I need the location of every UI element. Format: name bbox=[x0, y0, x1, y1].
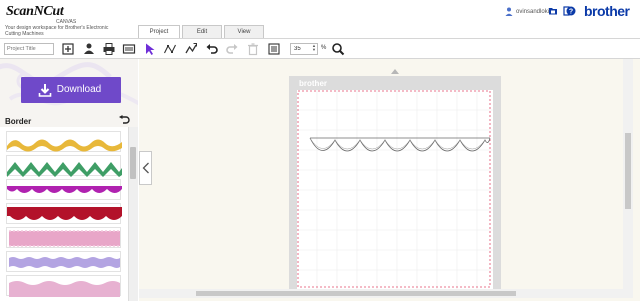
pattern-item[interactable] bbox=[6, 155, 122, 177]
tab-project[interactable]: Project bbox=[138, 25, 180, 38]
pattern-item[interactable] bbox=[6, 203, 122, 224]
pattern-item[interactable] bbox=[6, 227, 121, 248]
download-icon bbox=[38, 84, 52, 97]
delete-icon[interactable] bbox=[246, 42, 260, 56]
collapse-panel-button[interactable] bbox=[139, 151, 152, 185]
chevron-left-icon bbox=[142, 162, 149, 174]
zoom-unit: % bbox=[321, 45, 327, 51]
app-tagline: Your design workspace for Brother's Elec… bbox=[5, 25, 109, 37]
project-title-input[interactable] bbox=[4, 43, 54, 55]
lavender-wave-border bbox=[9, 257, 120, 268]
logo-text: ScanNCut bbox=[6, 4, 64, 19]
pattern-item[interactable] bbox=[6, 131, 122, 152]
toolbar: ▲▼ % bbox=[0, 38, 640, 59]
cutting-mat: brother bbox=[289, 76, 501, 289]
main-tabs: Project Edit View bbox=[138, 25, 266, 38]
download-label: Download bbox=[56, 84, 102, 95]
pink-stitched-border bbox=[9, 230, 120, 247]
help-icon[interactable]: ? bbox=[566, 6, 576, 16]
pattern-list bbox=[0, 127, 128, 301]
green-zigzag-border bbox=[7, 162, 122, 177]
layers-icon[interactable] bbox=[267, 42, 281, 56]
user-icon bbox=[505, 7, 513, 16]
brand-logo[interactable]: brother bbox=[584, 3, 630, 19]
sidebar-scroll-thumb[interactable] bbox=[130, 147, 136, 179]
canvas-vertical-scrollbar[interactable] bbox=[623, 59, 633, 289]
path-edit-icon[interactable] bbox=[184, 42, 198, 56]
tab-view[interactable]: View bbox=[224, 25, 264, 38]
yellow-wave-border bbox=[7, 139, 122, 152]
machine-transfer-icon[interactable] bbox=[122, 42, 136, 56]
app-window: ScanNCut CANVAS Your design workspace fo… bbox=[0, 0, 640, 301]
top-header: ScanNCut CANVAS Your design workspace fo… bbox=[0, 0, 640, 38]
pattern-item[interactable] bbox=[6, 251, 121, 272]
dark-red-scallop-border bbox=[7, 207, 122, 220]
pink-wave-border bbox=[9, 281, 120, 297]
tab-edit[interactable]: Edit bbox=[182, 25, 222, 38]
download-button[interactable]: Download bbox=[21, 77, 121, 103]
node-edit-icon[interactable] bbox=[163, 42, 177, 56]
canvas-vertical-scroll-thumb[interactable] bbox=[625, 133, 631, 209]
section-title: Border bbox=[5, 117, 32, 126]
select-arrow-icon[interactable] bbox=[143, 42, 157, 56]
mat-brand-label: brother bbox=[299, 79, 327, 88]
zoom-spinner[interactable]: ▲ ▼ bbox=[312, 44, 316, 52]
app-logo[interactable]: ScanNCut CANVAS bbox=[4, 2, 124, 25]
sidebar-scrollbar[interactable] bbox=[128, 127, 138, 301]
new-project-icon[interactable] bbox=[61, 42, 75, 56]
redo-icon[interactable] bbox=[225, 42, 239, 56]
undo-icon[interactable] bbox=[205, 42, 219, 56]
canvas-horizontal-scroll-thumb[interactable] bbox=[196, 291, 516, 296]
svg-text:?: ? bbox=[569, 9, 573, 16]
user-account[interactable]: ovinsandloki bbox=[505, 7, 549, 16]
person-upload-icon[interactable] bbox=[82, 42, 96, 56]
mat-gridlines bbox=[297, 90, 493, 289]
scallop-border-design[interactable] bbox=[306, 132, 496, 162]
pattern-item[interactable] bbox=[6, 275, 121, 297]
folder-icon[interactable] bbox=[548, 6, 558, 16]
canvas-horizontal-scrollbar[interactable] bbox=[139, 289, 633, 298]
mat-grid bbox=[297, 90, 493, 289]
print-icon[interactable] bbox=[102, 42, 116, 56]
mat-direction-arrow-icon bbox=[391, 69, 399, 74]
back-arrow-icon[interactable] bbox=[118, 115, 130, 125]
pattern-item[interactable] bbox=[6, 179, 122, 200]
purple-scallop-border bbox=[7, 186, 122, 193]
zoom-icon[interactable] bbox=[331, 42, 345, 56]
user-name: ovinsandloki bbox=[516, 8, 550, 15]
